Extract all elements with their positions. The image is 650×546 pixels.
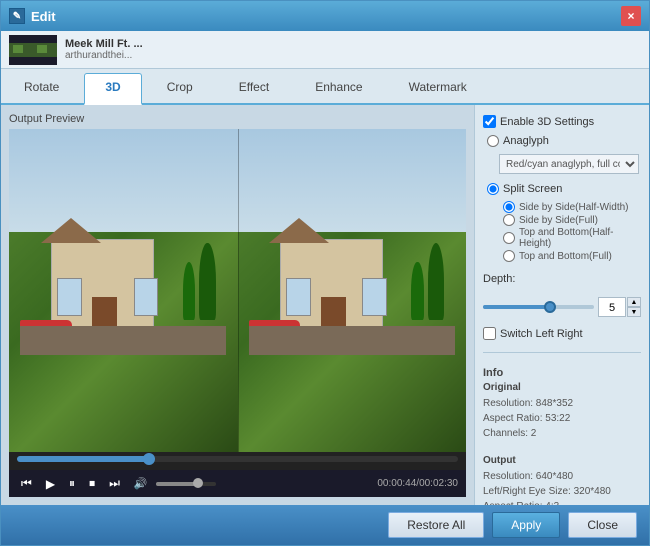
side-full-radio[interactable] (503, 214, 515, 226)
pause-button[interactable]: ⏸ (65, 474, 79, 493)
enable-3d-checkbox[interactable] (483, 115, 496, 128)
settings-panel: Enable 3D Settings Anaglyph Red/cyan ana… (474, 105, 649, 505)
output-lr-size: Left/Right Eye Size: 320*480 (483, 484, 641, 499)
titlebar: ✎ Edit × (1, 1, 649, 31)
tab-bar: Rotate 3D Crop Effect Enhance Watermark (1, 69, 649, 105)
output-section: Output Resolution: 640*480 Left/Right Ey… (483, 455, 641, 505)
tab-effect[interactable]: Effect (218, 73, 290, 103)
depth-label: Depth: (483, 273, 515, 285)
volume-bar[interactable] (156, 482, 216, 486)
tab-rotate[interactable]: Rotate (3, 73, 80, 103)
tab-crop[interactable]: Crop (146, 73, 214, 103)
bottom-bar: Restore All Apply Close (1, 505, 649, 545)
top-full-row: Top and Bottom(Full) (499, 250, 641, 262)
split-screen-row: Split Screen (483, 183, 641, 195)
play-button[interactable]: ▶ (42, 475, 59, 493)
info-title: Info (483, 367, 641, 379)
output-resolution: Resolution: 640*480 (483, 469, 641, 484)
depth-value-box: 5 ▲ ▼ (598, 297, 641, 317)
top-half-radio[interactable] (503, 232, 515, 244)
close-window-button[interactable]: × (621, 6, 641, 26)
file-thumbnail (9, 35, 57, 65)
tab-enhance[interactable]: Enhance (294, 73, 383, 103)
preview-label: Output Preview (9, 113, 466, 125)
split-screen-label: Split Screen (503, 183, 562, 195)
split-options: Side by Side(Half-Width) Side by Side(Fu… (483, 200, 641, 263)
original-channels: Channels: 2 (483, 426, 641, 441)
side-half-row: Side by Side(Half-Width) (499, 201, 641, 213)
depth-row: 5 ▲ ▼ (483, 297, 641, 317)
side-full-label: Side by Side(Full) (519, 215, 598, 226)
anaglyph-row: Anaglyph (483, 135, 641, 147)
skip-forward-button[interactable]: ⏭ (105, 474, 124, 493)
edit-window: ✎ Edit × Meek Mill Ft. ... arthurandthei… (0, 0, 650, 546)
anaglyph-dropdown-row: Red/cyan anaglyph, full color (499, 154, 641, 174)
video-controls: ⏮ ▶ ⏸ ⏹ ⏭ 🔊 00:00:44/00:02:30 (9, 470, 466, 497)
enable-3d-row: Enable 3D Settings (483, 115, 641, 128)
side-half-radio[interactable] (503, 201, 515, 213)
file-info: Meek Mill Ft. ... arthurandthei... (65, 38, 143, 61)
file-sub: arthurandthei... (65, 50, 143, 61)
volume-icon[interactable]: 🔊 (130, 475, 152, 492)
video-left (9, 129, 238, 452)
depth-value: 5 (598, 297, 626, 317)
original-title: Original (483, 382, 641, 393)
time-display: 00:00:44/00:02:30 (377, 478, 458, 489)
volume-control: 🔊 (130, 475, 216, 492)
depth-slider[interactable] (483, 299, 594, 315)
file-bar: Meek Mill Ft. ... arthurandthei... (1, 31, 649, 69)
file-name: Meek Mill Ft. ... (65, 38, 143, 50)
switch-lr-label: Switch Left Right (500, 328, 583, 340)
close-button[interactable]: Close (568, 512, 637, 538)
side-full-row: Side by Side(Full) (499, 214, 641, 226)
main-content: Output Preview (1, 105, 649, 505)
side-half-label: Side by Side(Half-Width) (519, 202, 628, 213)
depth-arrows: ▲ ▼ (627, 297, 641, 317)
top-half-label: Top and Bottom(Half-Height) (519, 227, 641, 249)
stop-button[interactable]: ⏹ (85, 474, 99, 493)
original-aspect: Aspect Ratio: 53:22 (483, 411, 641, 426)
anaglyph-select[interactable]: Red/cyan anaglyph, full color (499, 154, 639, 174)
video-container (9, 129, 466, 452)
top-half-row: Top and Bottom(Half-Height) (499, 227, 641, 249)
video-frame (9, 129, 466, 452)
apply-button[interactable]: Apply (492, 512, 560, 538)
tab-3d[interactable]: 3D (84, 73, 141, 105)
depth-up-button[interactable]: ▲ (627, 297, 641, 307)
split-screen-radio[interactable] (487, 183, 499, 195)
switch-lr-row: Switch Left Right (483, 327, 641, 340)
top-full-label: Top and Bottom(Full) (519, 251, 612, 262)
skip-back-button[interactable]: ⏮ (17, 474, 36, 493)
progress-bar[interactable] (17, 456, 458, 462)
output-title: Output (483, 455, 641, 466)
restore-all-button[interactable]: Restore All (388, 512, 484, 538)
window-title: Edit (31, 9, 621, 24)
switch-lr-checkbox[interactable] (483, 327, 496, 340)
app-icon: ✎ (9, 8, 25, 24)
video-right (238, 129, 467, 452)
enable-3d-label: Enable 3D Settings (500, 116, 594, 128)
anaglyph-radio[interactable] (487, 135, 499, 147)
tab-watermark[interactable]: Watermark (388, 73, 488, 103)
info-divider (483, 352, 641, 353)
original-resolution: Resolution: 848*352 (483, 396, 641, 411)
top-full-radio[interactable] (503, 250, 515, 262)
depth-down-button[interactable]: ▼ (627, 307, 641, 317)
preview-area: Output Preview (1, 105, 474, 505)
info-section: Info Original Resolution: 848*352 Aspect… (483, 367, 641, 441)
anaglyph-label: Anaglyph (503, 135, 549, 147)
